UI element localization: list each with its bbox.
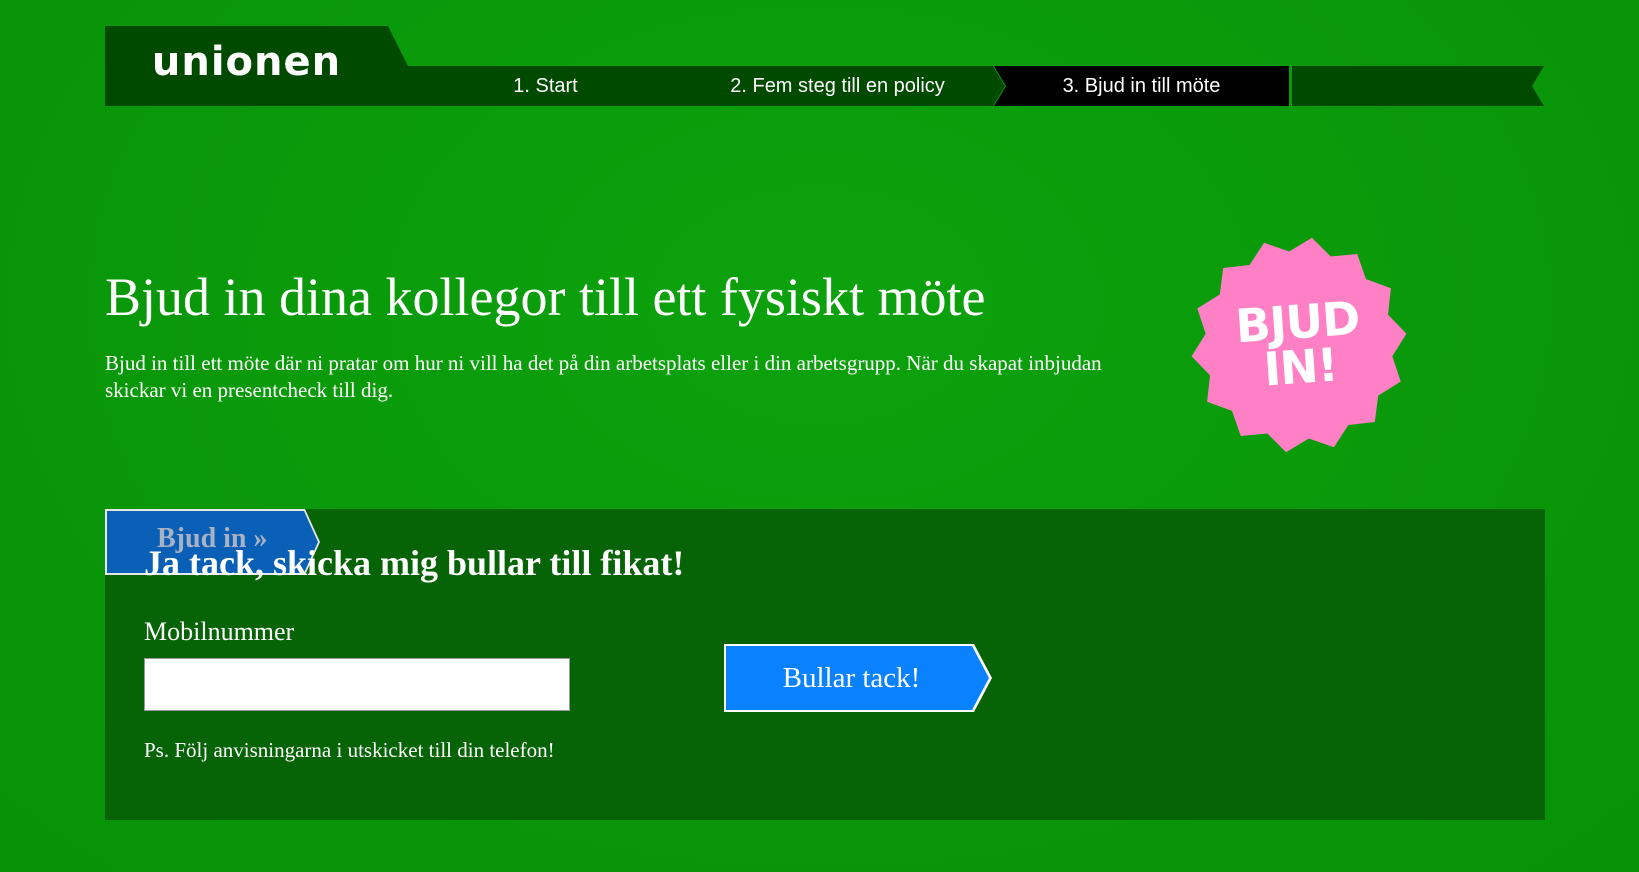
logo[interactable]: unionen: [105, 26, 388, 106]
page-title: Bjud in dina kollegor till ett fysiskt m…: [105, 267, 986, 327]
mobile-number-input[interactable]: [144, 658, 570, 711]
step-nav-end: [1292, 66, 1544, 106]
step-invite-active[interactable]: 3. Bjud in till möte: [994, 66, 1289, 106]
badge-line-2: IN!: [1261, 337, 1340, 397]
bullar-tack-button[interactable]: Bullar tack!: [724, 644, 992, 712]
mobile-label: Mobilnummer: [144, 617, 295, 646]
logo-text: unionen: [151, 39, 342, 85]
logo-fold: [388, 26, 408, 106]
step-nav: 1. Start 2. Fem steg till en policy 3. B…: [408, 66, 1544, 106]
step-policy[interactable]: 2. Fem steg till en policy: [670, 66, 1005, 106]
step-policy-label: 2. Fem steg till en policy: [730, 74, 945, 97]
intro-text: Bjud in till ett möte där ni pratar om h…: [105, 351, 1102, 403]
bjud-in-badge: BJUD IN!: [1190, 236, 1408, 454]
form-title: Ja tack, skicka mig bullar till fikat!: [144, 543, 685, 583]
ps-note: Ps. Följ anvisningarna i utskicket till …: [144, 738, 555, 762]
badge-text: BJUD IN!: [1183, 229, 1416, 462]
bullar-tack-label: Bullar tack!: [782, 661, 921, 694]
step-divider: [1290, 66, 1292, 106]
step-start-label: 1. Start: [513, 74, 578, 97]
step-invite-label: 3. Bjud in till möte: [1062, 74, 1221, 97]
step-start[interactable]: 1. Start: [408, 66, 683, 106]
submit-button-fill: Bullar tack!: [726, 646, 989, 710]
